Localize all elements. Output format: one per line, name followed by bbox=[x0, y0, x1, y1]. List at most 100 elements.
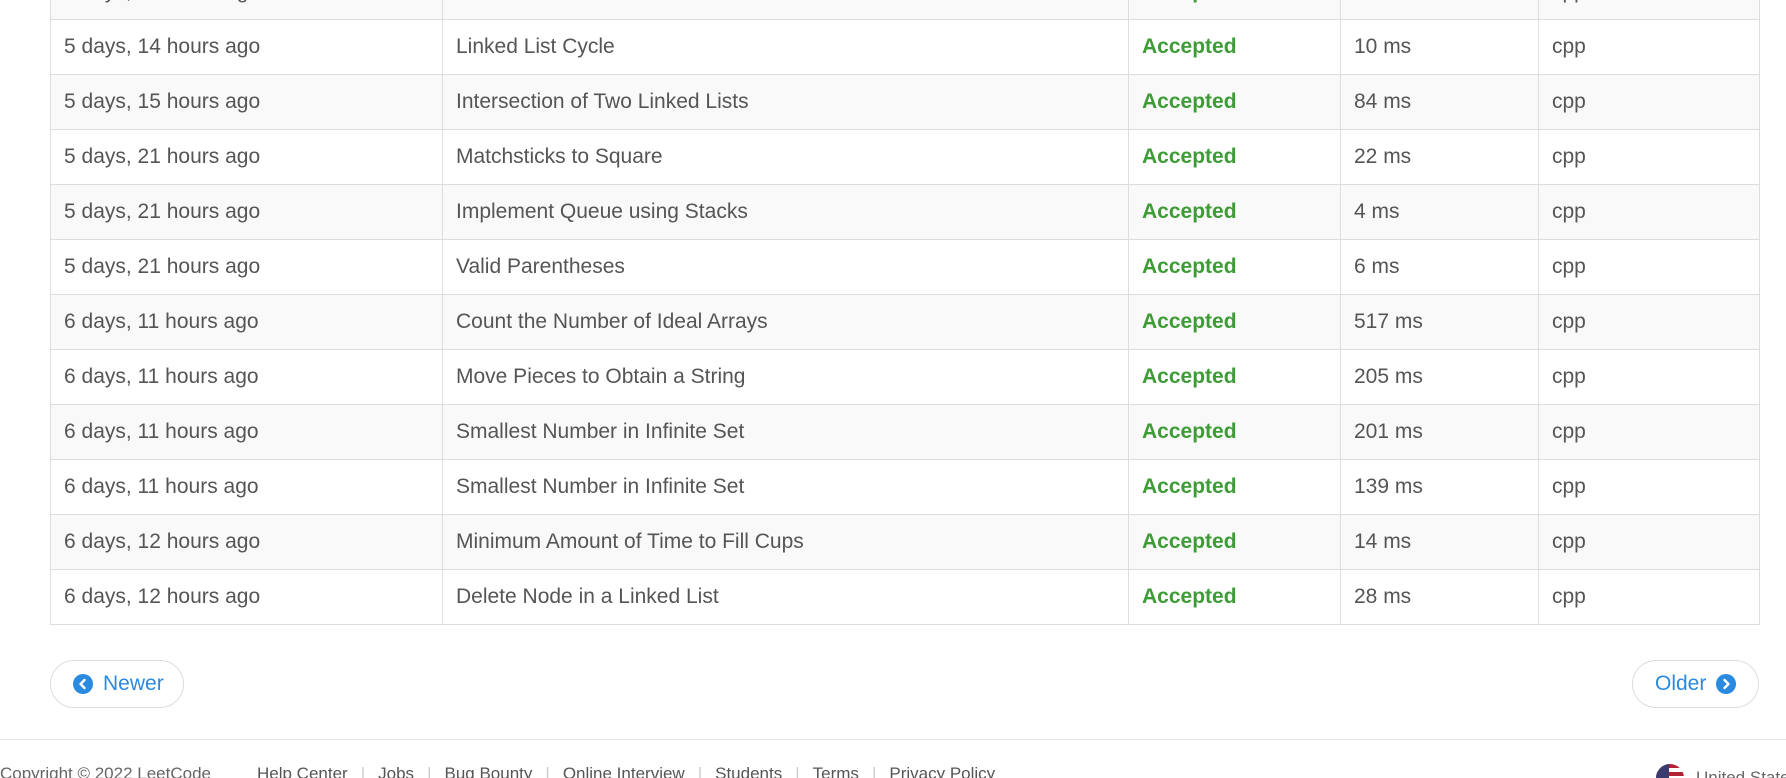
language-value: cpp bbox=[1538, 19, 1760, 75]
status-link[interactable]: Accepted bbox=[1128, 404, 1341, 460]
runtime-value: 22 ms bbox=[1340, 129, 1539, 185]
status-link[interactable]: Accepted bbox=[1128, 349, 1341, 405]
submission-time: 6 days, 11 hours ago bbox=[50, 349, 443, 405]
older-label: Older bbox=[1655, 672, 1707, 695]
submissions-page: 5 days, 14 hours agoTwo SumAccepted8 msc… bbox=[0, 0, 1786, 778]
problem-title-link[interactable]: Count the Number of Ideal Arrays bbox=[442, 294, 1129, 350]
runtime-value: 517 ms bbox=[1340, 294, 1539, 350]
runtime-value: 84 ms bbox=[1340, 74, 1539, 130]
table-row: 6 days, 11 hours ago Smallest Number in I… bbox=[50, 459, 1760, 515]
footer-links: Help Center | Jobs | Bug Bounty | Online… bbox=[257, 764, 995, 778]
table-row: 5 days, 14 hours agoTwo SumAccepted8 msc… bbox=[50, 0, 1760, 20]
older-button[interactable]: Older bbox=[1632, 660, 1759, 708]
language-value: cpp bbox=[1538, 294, 1760, 350]
problem-title-link[interactable]: Valid Parentheses bbox=[442, 239, 1129, 295]
status-link[interactable]: Accepted bbox=[1128, 0, 1341, 20]
footer-link-jobs[interactable]: Jobs bbox=[378, 764, 414, 778]
table-row: 5 days, 21 hours ago Matchsticks to Squar… bbox=[50, 129, 1760, 185]
language-value: cpp bbox=[1538, 459, 1760, 515]
problem-title-link[interactable]: Two Sum bbox=[442, 0, 1129, 20]
table-row: 6 days, 12 hours ago Delete Node in a Lin… bbox=[50, 569, 1760, 625]
problem-title-link[interactable]: Linked List Cycle bbox=[442, 19, 1129, 75]
region-selector[interactable]: United States bbox=[1656, 764, 1786, 778]
table-row: 6 days, 12 hours ago Minimum Amount of Ti… bbox=[50, 514, 1760, 570]
footer-divider bbox=[0, 739, 1786, 740]
submission-time: 6 days, 11 hours ago bbox=[50, 404, 443, 460]
language-value: cpp bbox=[1538, 514, 1760, 570]
status-link[interactable]: Accepted bbox=[1128, 239, 1341, 295]
language-value: cpp bbox=[1538, 404, 1760, 460]
language-value: cpp bbox=[1538, 569, 1760, 625]
submission-time: 5 days, 21 hours ago bbox=[50, 184, 443, 240]
runtime-value: 6 ms bbox=[1340, 239, 1539, 295]
runtime-value: 205 ms bbox=[1340, 349, 1539, 405]
table-row: 5 days, 14 hours ago Linked List Cycle Acc… bbox=[50, 19, 1760, 75]
problem-title-link[interactable]: Intersection of Two Linked Lists bbox=[442, 74, 1129, 130]
footer-link-privacy-policy[interactable]: Privacy Policy bbox=[889, 764, 995, 778]
table-row: 6 days, 11 hours ago Smallest Number in I… bbox=[50, 404, 1760, 460]
newer-label: Newer bbox=[103, 672, 164, 695]
chevron-circle-left-icon bbox=[73, 674, 93, 694]
submission-time: 6 days, 12 hours ago bbox=[50, 514, 443, 570]
footer: Copyright © 2022 LeetCode Help Center | … bbox=[0, 764, 1786, 778]
status-link[interactable]: Accepted bbox=[1128, 569, 1341, 625]
status-link[interactable]: Accepted bbox=[1128, 19, 1341, 75]
runtime-value: 28 ms bbox=[1340, 569, 1539, 625]
problem-title-link[interactable]: Smallest Number in Infinite Set bbox=[442, 459, 1129, 515]
footer-separator: | bbox=[360, 764, 366, 778]
footer-link-help-center[interactable]: Help Center bbox=[257, 764, 348, 778]
language-value: cpp bbox=[1538, 184, 1760, 240]
footer-separator: | bbox=[697, 764, 703, 778]
language-value: cpp bbox=[1538, 0, 1760, 20]
language-value: cpp bbox=[1538, 239, 1760, 295]
footer-link-terms[interactable]: Terms bbox=[813, 764, 859, 778]
newer-button[interactable]: Newer bbox=[50, 660, 184, 708]
problem-title-link[interactable]: Move Pieces to Obtain a String bbox=[442, 349, 1129, 405]
runtime-value: 139 ms bbox=[1340, 459, 1539, 515]
submission-time: 5 days, 14 hours ago bbox=[50, 0, 443, 20]
submission-time: 6 days, 11 hours ago bbox=[50, 459, 443, 515]
chevron-circle-right-icon bbox=[1716, 674, 1737, 694]
footer-separator: | bbox=[795, 764, 800, 778]
table-row: 6 days, 11 hours ago Count the Number of … bbox=[50, 294, 1760, 350]
us-flag-icon bbox=[1656, 764, 1684, 778]
language-value: cpp bbox=[1538, 74, 1760, 130]
table-row: 5 days, 21 hours ago Implement Queue usin… bbox=[50, 184, 1760, 240]
language-value: cpp bbox=[1538, 129, 1760, 185]
footer-separator: | bbox=[545, 764, 550, 778]
problem-title-link[interactable]: Minimum Amount of Time to Fill Cups bbox=[442, 514, 1129, 570]
table-row: 6 days, 11 hours ago Move Pieces to Obtai… bbox=[50, 349, 1760, 405]
status-link[interactable]: Accepted bbox=[1128, 74, 1341, 130]
footer-separator: | bbox=[427, 764, 432, 778]
region-label: United States bbox=[1696, 768, 1786, 778]
problem-title-link[interactable]: Smallest Number in Infinite Set bbox=[442, 404, 1129, 460]
status-link[interactable]: Accepted bbox=[1128, 184, 1341, 240]
footer-link-bug-bounty[interactable]: Bug Bounty bbox=[444, 764, 532, 778]
footer-copyright: Copyright © 2022 LeetCode bbox=[0, 764, 211, 778]
status-link[interactable]: Accepted bbox=[1128, 514, 1341, 570]
submission-time: 5 days, 15 hours ago bbox=[50, 74, 443, 130]
runtime-value: 8 ms bbox=[1340, 0, 1539, 20]
problem-title-link[interactable]: Matchsticks to Square bbox=[442, 129, 1129, 185]
status-link[interactable]: Accepted bbox=[1128, 459, 1341, 515]
submission-time: 5 days, 14 hours ago bbox=[50, 19, 443, 75]
problem-title-link[interactable]: Implement Queue using Stacks bbox=[442, 184, 1129, 240]
footer-separator: | bbox=[871, 764, 877, 778]
table-row: 5 days, 21 hours ago Valid Parentheses Acc… bbox=[50, 239, 1760, 295]
status-link[interactable]: Accepted bbox=[1128, 294, 1341, 350]
footer-link-students[interactable]: Students bbox=[715, 764, 782, 778]
runtime-value: 10 ms bbox=[1340, 19, 1539, 75]
footer-link-online-interview[interactable]: Online Interview bbox=[563, 764, 685, 778]
runtime-value: 4 ms bbox=[1340, 184, 1539, 240]
submission-time: 6 days, 11 hours ago bbox=[50, 294, 443, 350]
status-link[interactable]: Accepted bbox=[1128, 129, 1341, 185]
submissions-table-body: 5 days, 14 hours agoTwo SumAccepted8 msc… bbox=[50, 0, 1760, 625]
runtime-value: 14 ms bbox=[1340, 514, 1539, 570]
table-row: 5 days, 15 hours ago Intersection of Two … bbox=[50, 74, 1760, 130]
submissions-table: 5 days, 14 hours agoTwo SumAccepted8 msc… bbox=[50, 0, 1760, 625]
submission-time: 5 days, 21 hours ago bbox=[50, 129, 443, 185]
language-value: cpp bbox=[1538, 349, 1760, 405]
runtime-value: 201 ms bbox=[1340, 404, 1539, 460]
submission-time: 5 days, 21 hours ago bbox=[50, 239, 443, 295]
problem-title-link[interactable]: Delete Node in a Linked List bbox=[442, 569, 1129, 625]
